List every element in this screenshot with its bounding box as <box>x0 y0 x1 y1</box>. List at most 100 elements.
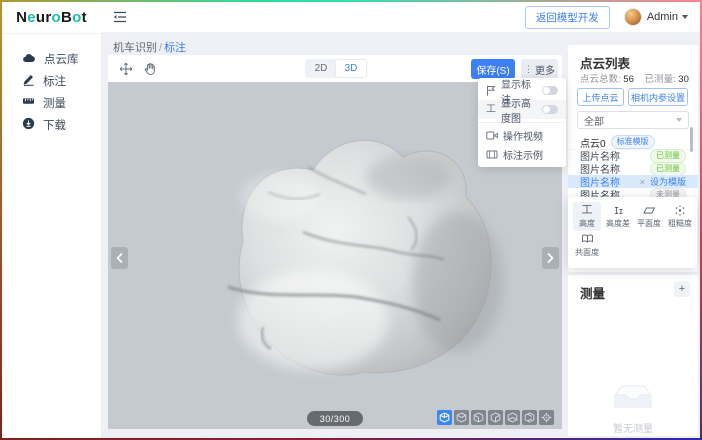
sidebar-item-measure[interactable]: 测量 <box>2 92 101 114</box>
view-2d-button[interactable]: 2D <box>306 60 336 77</box>
view-right-button[interactable] <box>505 410 520 425</box>
sidebar-item-label: 标注 <box>43 73 66 89</box>
panel-buttons: 上传点云 相机内参设置 <box>577 88 688 106</box>
more-dropdown-menu: 显示标注 工 显示高度图 操作视频 标注示例 <box>478 78 566 167</box>
chevron-down-icon <box>682 15 688 19</box>
next-image-button[interactable] <box>542 247 559 269</box>
tool-label: 粗糙度 <box>668 218 692 229</box>
move-tool-icon[interactable] <box>118 61 133 76</box>
image-counter: 30/300 <box>307 411 363 426</box>
breadcrumb-current: 标注 <box>164 42 186 54</box>
sidebar-item-pointcloud-library[interactable]: 点云库 <box>2 48 101 70</box>
logo-part: ur <box>36 9 52 26</box>
logo-part: N <box>16 9 27 26</box>
vertical-dots-icon: ⋮ <box>524 64 533 75</box>
show-annotation-toggle[interactable] <box>542 86 558 95</box>
measure-tools-popup: 工 高度 高度差 平面度 粗糙度 共面度 <box>568 197 697 268</box>
template-tag: 标准模版 <box>611 135 655 149</box>
panel-title: 点云列表 <box>580 53 630 72</box>
menu-fold-icon[interactable] <box>113 10 129 24</box>
user-avatar[interactable] <box>624 8 642 26</box>
upload-pointcloud-button[interactable]: 上传点云 <box>577 88 624 106</box>
camera-params-button[interactable]: 相机内参设置 <box>628 88 688 106</box>
filter-select[interactable]: 全部 <box>577 111 689 129</box>
empty-text: 暂无测量 <box>568 420 698 435</box>
view-isometric-button[interactable] <box>437 410 452 425</box>
tool-height-diff[interactable]: 高度差 <box>604 202 632 231</box>
sidebar-item-label: 下载 <box>43 117 66 133</box>
menu-item-show-heightmap[interactable]: 工 显示高度图 <box>478 100 566 119</box>
sidebar-nav: 点云库 标注 测量 下载 <box>2 34 101 136</box>
height-tool-icon: 工 <box>582 204 593 216</box>
add-measure-button[interactable]: + <box>674 281 690 297</box>
back-to-model-dev-button[interactable]: 返回模型开发 <box>525 6 610 29</box>
coplanarity-icon <box>581 233 594 245</box>
row-actions: × 设为模版 <box>640 175 686 188</box>
cloud-icon <box>22 52 36 67</box>
frame-icon <box>486 150 498 159</box>
tool-label: 高度 <box>579 218 595 229</box>
measured-value: 30 <box>678 74 689 85</box>
user-menu[interactable]: Admin <box>647 11 688 23</box>
height-icon: 工 <box>486 105 496 115</box>
measured-tag: 已测量 <box>650 162 686 176</box>
menu-item-label: 显示高度图 <box>501 95 537 125</box>
filter-value: 全部 <box>584 113 604 128</box>
sidebar-item-label: 点云库 <box>44 51 79 67</box>
measure-panel: 测量 + 暂无测量 <box>568 275 698 436</box>
pan-hand-icon[interactable] <box>142 61 157 76</box>
panel-stats: 点云总数: 56 已测量: 30 <box>580 71 689 85</box>
sidebar-item-label: 测量 <box>43 95 66 111</box>
measure-title: 测量 <box>580 283 605 302</box>
menu-item-video[interactable]: 操作视频 <box>478 126 566 145</box>
view-top-button[interactable] <box>522 410 537 425</box>
view-front-button[interactable] <box>454 410 469 425</box>
sidebar-item-annotate[interactable]: 标注 <box>2 70 101 92</box>
height-diff-icon <box>613 204 624 216</box>
tool-label: 高度差 <box>606 218 630 229</box>
measured-label: 已测量: <box>645 74 676 85</box>
chevron-down-icon <box>676 118 682 122</box>
measured-tag: 已测量 <box>650 149 686 163</box>
logo-part: t <box>82 9 87 26</box>
flag-icon <box>486 85 496 96</box>
measure-empty-state: 暂无测量 <box>568 380 698 435</box>
set-as-template-link[interactable]: 设为模版 <box>650 175 686 188</box>
breadcrumb: 机车识别/标注 <box>113 39 186 55</box>
prev-image-button[interactable] <box>111 247 128 269</box>
close-icon[interactable]: × <box>640 177 645 187</box>
logo-part-accent: o <box>72 9 81 26</box>
tool-height[interactable]: 工 高度 <box>573 202 601 231</box>
download-icon <box>22 117 35 133</box>
tool-label: 共面度 <box>575 247 599 258</box>
total-label: 点云总数: <box>580 74 621 85</box>
empty-box-icon <box>610 380 656 412</box>
tool-roughness[interactable]: 粗糙度 <box>666 202 694 231</box>
view-mode-segmented: 2D 3D <box>305 59 367 78</box>
tool-flatness[interactable]: 平面度 <box>635 202 663 231</box>
list-scrollbar[interactable] <box>690 127 693 152</box>
view-3d-button[interactable]: 3D <box>336 60 366 77</box>
video-icon <box>486 131 498 140</box>
menu-item-label: 标注示例 <box>503 147 543 162</box>
show-heightmap-toggle[interactable] <box>542 105 558 114</box>
menu-item-example[interactable]: 标注示例 <box>478 145 566 164</box>
ruler-icon <box>22 95 35 111</box>
reset-view-button[interactable] <box>539 410 554 425</box>
sidebar: NeuroBot 点云库 标注 测量 下载 <box>2 2 102 438</box>
flatness-icon <box>643 204 656 216</box>
logo-part-accent: o <box>52 9 61 26</box>
more-label: 更多 <box>535 62 555 77</box>
total-value: 56 <box>623 74 634 85</box>
sidebar-item-download[interactable]: 下载 <box>2 114 101 136</box>
breadcrumb-separator: / <box>159 42 162 54</box>
breadcrumb-section[interactable]: 机车识别 <box>113 42 157 54</box>
pen-icon <box>22 73 35 89</box>
tool-coplanarity[interactable]: 共面度 <box>573 231 601 260</box>
menu-item-label: 操作视频 <box>503 128 543 143</box>
view-back-button[interactable] <box>471 410 486 425</box>
roughness-icon <box>674 204 686 216</box>
logo-part: B <box>61 9 72 26</box>
header: 返回模型开发 Admin <box>101 2 700 33</box>
view-left-button[interactable] <box>488 410 503 425</box>
